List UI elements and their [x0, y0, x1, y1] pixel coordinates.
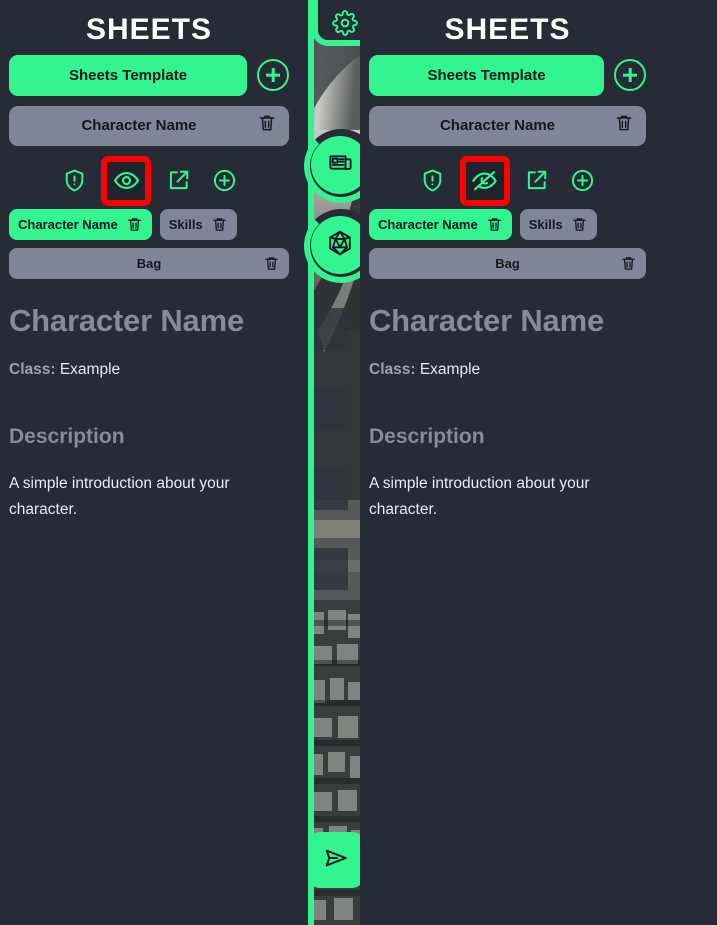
- sheets-template-button[interactable]: Sheets Template: [9, 54, 247, 96]
- shield-alert-icon[interactable]: [420, 168, 446, 194]
- tab-character-name[interactable]: Character Name: [369, 208, 512, 240]
- description-heading: Description: [9, 424, 125, 448]
- shield-alert-icon[interactable]: [61, 168, 87, 194]
- tab-bag[interactable]: Bag: [9, 247, 289, 279]
- news-button[interactable]: [311, 136, 360, 194]
- class-value: Example: [419, 360, 481, 378]
- trash-icon[interactable]: [486, 216, 503, 233]
- class-value: Example: [59, 360, 121, 378]
- tab-label: Character Name: [378, 216, 478, 232]
- description-heading: Description: [369, 424, 485, 448]
- dice-fab-wrap: [298, 209, 360, 283]
- plus-circle-icon[interactable]: [211, 168, 237, 194]
- page-title: SHEETS: [85, 13, 213, 46]
- external-link-icon[interactable]: [524, 168, 550, 194]
- description-text: A simple introduction about your charact…: [369, 474, 590, 519]
- template-row: Sheets Template: [369, 54, 646, 96]
- tab-character-name[interactable]: Character Name: [9, 208, 152, 240]
- sheet-tabs: Character Name Skills Bag: [369, 208, 646, 279]
- eye-icon[interactable]: [101, 155, 151, 206]
- sheet-body: Character Name Class: Example Descriptio…: [369, 287, 646, 525]
- trash-icon[interactable]: [126, 216, 143, 233]
- sheet-class-line: Class: Example: [369, 361, 646, 379]
- send-button[interactable]: [308, 832, 360, 888]
- sheet-character-name: Character Name: [9, 302, 244, 338]
- settings-corner: [312, 0, 360, 46]
- tab-label: Bag: [495, 255, 520, 271]
- dice-button[interactable]: [311, 216, 360, 274]
- sheet-body: Character Name Class: Example Descriptio…: [9, 287, 289, 525]
- panel-right: SHEETS Sheets Template Character Name Ch…: [360, 0, 655, 925]
- trash-icon[interactable]: [263, 255, 280, 272]
- sheet-column: SHEETS Sheets Template Character Name Ch…: [0, 0, 298, 925]
- gear-icon[interactable]: [332, 10, 358, 36]
- send-icon: [323, 845, 349, 876]
- tab-skills[interactable]: Skills: [159, 208, 237, 240]
- tab-label: Character Name: [18, 216, 118, 232]
- page-title: SHEETS: [444, 13, 571, 46]
- tab-label: Skills: [528, 216, 563, 232]
- character-name-label: Character Name: [81, 117, 197, 134]
- sheet-character-name: Character Name: [369, 302, 604, 338]
- d20-dice-icon: [326, 229, 354, 262]
- sheet-class-line: Class: Example: [9, 361, 289, 379]
- trash-icon[interactable]: [211, 216, 228, 233]
- add-sheet-button[interactable]: [257, 59, 289, 91]
- action-icon-row: [369, 155, 646, 206]
- sheet-tabs: Character Name Skills Bag: [9, 208, 289, 279]
- action-icon-row: [9, 155, 289, 206]
- description-text: A simple introduction about your charact…: [9, 474, 230, 519]
- plus-circle-icon[interactable]: [570, 168, 596, 194]
- class-label: Class:: [9, 360, 56, 378]
- class-label: Class:: [369, 360, 416, 378]
- tab-bag[interactable]: Bag: [369, 247, 646, 279]
- news-icon: [327, 149, 354, 181]
- character-name-bar[interactable]: Character Name: [369, 105, 646, 146]
- character-name-label: Character Name: [439, 117, 556, 134]
- news-fab-wrap: [298, 129, 360, 203]
- side-strip-left: [298, 0, 360, 925]
- add-sheet-button[interactable]: [614, 59, 646, 91]
- tab-skills[interactable]: Skills: [519, 208, 597, 240]
- tab-label: Skills: [168, 216, 203, 232]
- trash-icon[interactable]: [257, 113, 277, 138]
- panel-left: SHEETS Sheets Template Character Name Ch…: [0, 0, 298, 925]
- sheets-template-button[interactable]: Sheets Template: [369, 54, 604, 96]
- external-link-icon[interactable]: [165, 168, 191, 194]
- trash-icon[interactable]: [614, 113, 634, 138]
- eye-off-icon[interactable]: [459, 155, 510, 206]
- template-row: Sheets Template: [9, 54, 289, 96]
- trash-icon[interactable]: [620, 255, 637, 272]
- trash-icon[interactable]: [571, 216, 588, 233]
- sheet-column: SHEETS Sheets Template Character Name Ch…: [360, 0, 655, 925]
- character-name-bar[interactable]: Character Name: [9, 105, 289, 146]
- app-root: SHEETS Sheets Template Character Name Ch…: [0, 0, 717, 925]
- tab-label: Bag: [136, 255, 162, 271]
